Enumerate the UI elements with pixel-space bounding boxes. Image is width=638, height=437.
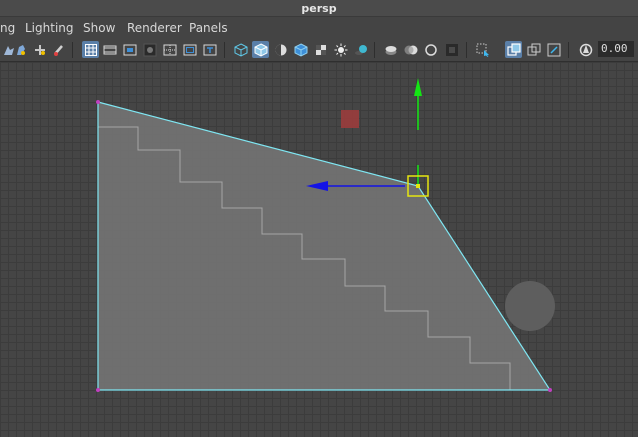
selected-vertex[interactable] — [416, 184, 420, 188]
vertex[interactable] — [96, 100, 100, 104]
toolbar-separator — [72, 42, 73, 58]
xray-joints-icon[interactable] — [525, 41, 542, 58]
wireframe-icon[interactable] — [232, 41, 249, 58]
flat-shade-icon[interactable] — [272, 41, 289, 58]
smooth-shade-icon[interactable] — [252, 41, 269, 58]
vertex[interactable] — [96, 388, 100, 392]
safe-title-icon[interactable] — [201, 41, 218, 58]
isolate-select-icon[interactable] — [474, 41, 491, 58]
grid-icon[interactable] — [82, 41, 99, 58]
y-arrow-icon[interactable] — [414, 78, 422, 96]
menu-renderer[interactable]: Renderer — [127, 21, 182, 35]
film-gate-icon[interactable] — [101, 41, 118, 58]
toolbar-separator — [466, 42, 467, 58]
multisample-aa-icon[interactable] — [422, 41, 439, 58]
wireframe-on-shaded-icon[interactable] — [292, 41, 309, 58]
menu-panels[interactable]: Panels — [189, 21, 228, 35]
polygon-face[interactable] — [98, 102, 550, 390]
sphere-object[interactable] — [505, 281, 555, 331]
camera-title: persp — [301, 1, 337, 15]
motion-blur-icon[interactable] — [402, 41, 419, 58]
use-all-lights-icon[interactable] — [332, 41, 349, 58]
menu-lighting[interactable]: Lighting — [25, 21, 74, 35]
panel-menu-bar: ng Lighting Show Renderer Panels — [0, 17, 638, 39]
resolution-gate-icon[interactable] — [121, 41, 138, 58]
menu-shading[interactable]: ng — [0, 21, 15, 35]
panel-toolbar — [0, 39, 638, 62]
vertex[interactable] — [548, 388, 552, 392]
toolbar-separator — [568, 42, 569, 58]
perspective-viewport[interactable] — [0, 62, 638, 437]
camera-attributes-icon[interactable] — [31, 41, 48, 58]
screen-space-ao-icon[interactable] — [382, 41, 399, 58]
xray-active-icon[interactable] — [545, 41, 562, 58]
exposure-field[interactable]: 0.00 — [598, 41, 634, 57]
shadows-icon[interactable] — [352, 41, 369, 58]
toolbar-separator — [374, 42, 375, 58]
bookmark-icon[interactable] — [50, 41, 67, 58]
red-locator[interactable] — [341, 110, 359, 128]
textured-icon[interactable] — [312, 41, 329, 58]
safe-action-icon[interactable] — [181, 41, 198, 58]
exposure-icon[interactable] — [577, 41, 594, 58]
toolbar-separator — [224, 42, 225, 58]
xray-icon[interactable] — [505, 41, 522, 58]
field-chart-icon[interactable] — [161, 41, 178, 58]
gate-mask-icon[interactable] — [141, 41, 158, 58]
depth-of-field-icon[interactable] — [443, 41, 460, 58]
viewport-scene[interactable] — [0, 62, 638, 437]
lock-camera-icon[interactable] — [12, 41, 29, 58]
window-title: persp — [0, 0, 638, 17]
menu-show[interactable]: Show — [83, 21, 115, 35]
